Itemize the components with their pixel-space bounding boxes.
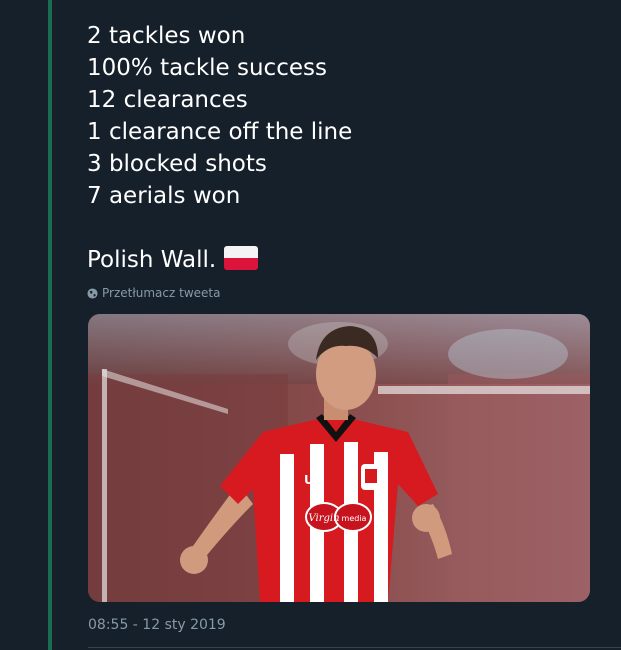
- tweet-closing-text: Polish Wall.: [87, 247, 217, 273]
- translate-tweet-link[interactable]: Przetłumacz tweeta: [87, 286, 220, 300]
- tweet-line: 12 clearances: [87, 87, 248, 113]
- tweet-line: 2 tackles won: [87, 23, 246, 49]
- tweet-closing-line: Polish Wall.: [87, 244, 352, 276]
- tweet-timestamp[interactable]: 08:55 - 12 sty 2019: [88, 617, 226, 633]
- tweet-line: 1 clearance off the line: [87, 119, 353, 145]
- tweet-line: 3 blocked shots: [87, 151, 267, 177]
- svg-text:media: media: [342, 514, 367, 523]
- tweet-media-photo[interactable]: Virgin media UA: [88, 314, 590, 602]
- left-gutter: [0, 0, 48, 650]
- thread-line: [48, 0, 52, 650]
- svg-text:Virgin: Virgin: [308, 513, 339, 524]
- tweet-line: 100% tackle success: [87, 55, 327, 81]
- translate-label: Przetłumacz tweeta: [102, 286, 221, 300]
- divider: [88, 647, 621, 648]
- poland-flag-icon: [224, 246, 259, 270]
- line-break: [87, 212, 352, 244]
- tweet-text: 2 tackles won 100% tackle success 12 cle…: [87, 20, 352, 276]
- tweet-line: 7 aerials won: [87, 183, 241, 209]
- tweet-view: 2 tackles won 100% tackle success 12 cle…: [0, 0, 621, 650]
- globe-icon: [87, 287, 98, 299]
- svg-text:UA: UA: [304, 473, 323, 487]
